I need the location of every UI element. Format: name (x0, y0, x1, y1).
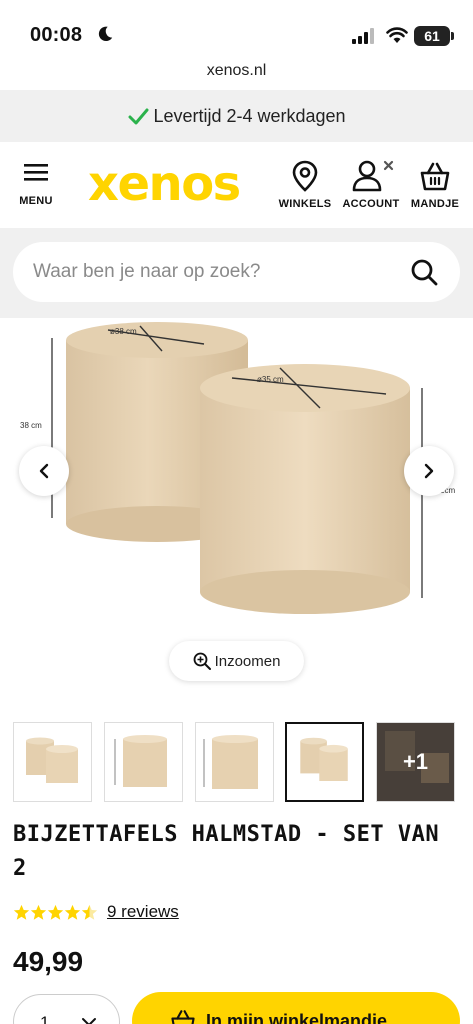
carousel-prev-button[interactable] (19, 446, 69, 496)
stores-button[interactable]: WINKELS (278, 160, 332, 210)
status-time: 00:08 (30, 24, 83, 46)
quantity-select[interactable]: 1 (13, 994, 120, 1024)
search-placeholder: Waar ben je naar op zoek? (33, 261, 261, 282)
right-diameter-label: ø35 cm (257, 375, 284, 384)
status-bar: 00:08 61 (0, 0, 473, 62)
moon-icon (98, 26, 113, 42)
left-diameter-label: ø38 cm (110, 327, 137, 336)
carousel-next-button[interactable] (404, 446, 454, 496)
location-pin-icon (292, 160, 318, 192)
hamburger-icon (24, 164, 48, 181)
reviews-link[interactable]: 9 reviews (107, 902, 179, 922)
thumbnail-2[interactable] (104, 722, 183, 802)
add-to-cart-label: In mijn winkelmandje (206, 1010, 388, 1024)
wifi-icon (386, 27, 408, 43)
add-to-cart-button[interactable]: In mijn winkelmandje (132, 992, 460, 1024)
zoom-button[interactable]: Inzoomen (169, 641, 304, 681)
battery-tip (451, 32, 454, 40)
star-full-icon (13, 904, 30, 920)
search-area: Waar ben je naar op zoek? (0, 228, 473, 318)
site-header: MENU xenos WINKELS ACCOUNT MANDJE (0, 142, 473, 228)
thumbnail-4[interactable] (285, 722, 364, 802)
thumbnail-more[interactable]: +1 (376, 722, 455, 802)
zoom-in-icon (193, 652, 211, 670)
thumbnail-image (26, 737, 78, 783)
cart-button[interactable]: MANDJE (409, 160, 461, 210)
signal-icon (352, 28, 374, 44)
star-half-icon (81, 904, 98, 920)
thumbnail-image (300, 737, 348, 781)
thumbnail-3[interactable] (195, 722, 274, 802)
thumbnail-more-label: +1 (402, 749, 429, 774)
product-rating: 9 reviews (13, 900, 179, 924)
chevron-right-icon (424, 463, 434, 479)
star-full-icon (47, 904, 64, 920)
cart-label: MANDJE (410, 198, 460, 210)
product-price: 49,99 (13, 946, 84, 977)
product-image[interactable]: ø38 cm ø35 cm 38 cm 2cm Inzoomen (0, 318, 473, 698)
thumbnail-strip: +1 (0, 722, 473, 804)
search-icon[interactable] (410, 258, 438, 286)
account-label: ACCOUNT (342, 198, 400, 210)
delivery-text: Levertijd 2-4 werkdagen (153, 105, 346, 126)
battery-indicator: 61 (414, 26, 450, 46)
thumbnail-image (203, 735, 258, 789)
delivery-banner: Levertijd 2-4 werkdagen (0, 90, 473, 142)
search-input[interactable]: Waar ben je naar op zoek? (13, 242, 460, 302)
chevron-left-icon (39, 463, 49, 479)
chevron-down-icon (82, 1018, 96, 1024)
account-button[interactable]: ACCOUNT (342, 160, 400, 210)
thumbnail-image (114, 735, 167, 787)
star-full-icon (30, 904, 47, 920)
menu-label: MENU (19, 195, 53, 207)
url-bar[interactable]: xenos.nl (0, 62, 473, 90)
star-full-icon (64, 904, 81, 920)
quantity-value: 1 (40, 1013, 50, 1024)
thumbnail-1[interactable] (13, 722, 92, 802)
menu-button[interactable]: MENU (14, 162, 58, 207)
star-rating (13, 904, 98, 921)
left-height-label: 38 cm (20, 421, 42, 430)
check-icon (128, 108, 149, 125)
xenos-logo[interactable]: xenos (88, 156, 241, 212)
product-title: BIJZETTAFELS HALMSTAD - SET VAN 2 (13, 822, 440, 881)
user-icon (352, 160, 394, 192)
basket-icon (171, 1010, 195, 1024)
basket-icon (420, 162, 450, 191)
zoom-label: Inzoomen (214, 652, 281, 670)
stores-label: WINKELS (278, 198, 332, 210)
